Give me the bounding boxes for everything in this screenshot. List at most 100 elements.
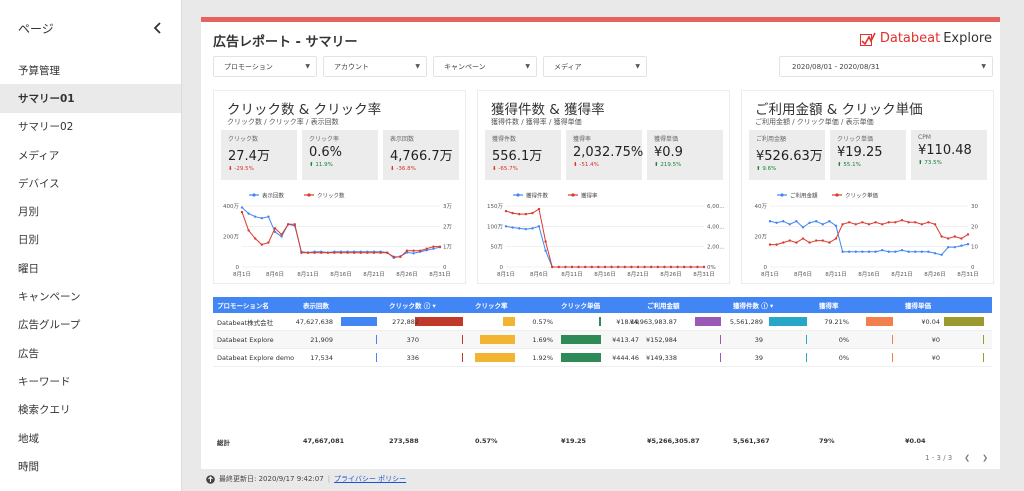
sidebar-item[interactable]: 検索クエリ [0,396,181,424]
column-header[interactable]: クリック率 [471,297,557,313]
column-header[interactable]: 表示回数 [299,297,385,313]
data-point [815,220,818,223]
data-point [947,237,950,240]
data-point [947,245,950,249]
y-left-tick: 100万 [487,223,503,230]
table-cell: ¥413.47 [557,331,643,348]
sidebar-item[interactable]: 予算管理 [0,56,181,84]
dropdown-arrow-icon: ▼ [525,63,530,70]
legend-marker [780,193,784,197]
filter-account[interactable]: アカウント ▼ [323,56,427,77]
data-point [260,243,263,246]
data-point [801,237,805,240]
kpi-card: ご利用金額 & クリック単価 ご利用金額 / クリック単価 / 表示単価 ご利用金額… [741,90,994,284]
table-cell: Databeat Explore [213,331,299,348]
data-point [914,221,917,224]
cell-bar [983,335,984,344]
data-point [320,251,323,254]
sidebar-item[interactable]: 広告グループ [0,311,181,339]
data-point [346,251,349,254]
data-point [808,241,811,244]
sidebar-item[interactable]: 地域 [0,424,181,452]
kpi-scorecard: 獲得率 2,032.75% ⬇ -51.4% [566,130,643,180]
sidebar-item[interactable]: デバイス [0,169,181,197]
pager-label: 1 - 3 / 3 [925,454,953,462]
cell-bar [376,353,377,362]
collapse-chevron-icon[interactable] [153,22,163,34]
data-point [300,251,303,254]
data-point [504,225,508,228]
privacy-policy-link[interactable]: プライバシー ポリシー [334,474,406,484]
cell-value: ¥413.47 [612,335,639,344]
sidebar-item[interactable]: メディア [0,141,181,169]
x-tick: 8月16日 [858,271,880,278]
data-point [966,233,970,236]
card-subtitle: ご利用金額 / クリック単価 / 表示単価 [755,118,874,126]
data-point [603,265,607,269]
cell-bar [769,317,807,326]
data-point [894,250,897,253]
upload-icon [206,474,215,484]
date-range-picker[interactable]: 2020/08/01 - 2020/08/31 ▼ [779,56,993,77]
data-point [405,249,409,252]
table-cell: 47,627,638 [296,313,385,330]
table-row[interactable]: Databeat Explore 21,909 370 1.69% ¥413.47 ¥15… [213,331,992,349]
sidebar-item[interactable]: 広告 [0,339,181,367]
sidebar-item[interactable]: 月別 [0,197,181,225]
data-point [280,233,283,236]
filter-promotion[interactable]: プロモーション ▼ [213,56,317,77]
column-header[interactable]: 獲得率 [815,297,901,313]
total-cell: ¥0.04 [905,437,926,445]
total-cell: 0.57% [475,437,498,445]
legend-marker [516,193,520,197]
total-cell: 273,588 [389,437,419,445]
sidebar-item[interactable]: 日別 [0,226,181,254]
table-row[interactable]: Databeat Explore demo 17,534 336 1.92% ¥444.… [213,349,992,367]
cell-value: ¥149,338 [645,353,677,362]
column-header[interactable]: 獲得単価 [901,297,992,313]
kpi-change: ⬆ 11.9% [309,162,371,168]
filter-campaign[interactable]: キャンペーン ▼ [433,56,537,77]
kpi-label: クリック率 [309,136,340,143]
data-point [881,249,884,252]
sidebar-item[interactable]: キャンペーン [0,282,181,310]
x-tick: 8月31日 [693,271,715,278]
pager-prev-icon[interactable]: ❮ [964,454,970,462]
sidebar-item[interactable]: サマリー01 [0,84,181,113]
sidebar-item[interactable]: キーワード [0,367,181,395]
data-point [254,237,257,240]
cell-value: ¥0.04 [921,317,940,326]
legend-label: 獲得率 [581,192,598,200]
y-left-tick: 20万 [755,234,768,241]
data-point [887,250,890,253]
pager-next-icon[interactable]: ❯ [982,454,988,462]
cell-value: 39 [754,335,763,344]
sidebar-item[interactable]: 時間 [0,452,181,480]
line-chart: 表示回数 クリック数400万200万03万2万1万08月1日 8月6日 8月11日 8月… [223,192,452,279]
sidebar-item[interactable]: 曜日 [0,254,181,282]
data-point [254,215,257,218]
column-header[interactable]: 獲得件数 ⓘ ▾ [729,297,815,313]
data-point [610,265,613,269]
data-point [907,221,910,224]
table-cell: 39 [729,349,815,366]
y-right-tick: 0 [971,265,975,271]
data-point [795,220,798,223]
column-header[interactable]: プロモーション名 [213,297,299,313]
table-cell: 1.69% [471,331,557,348]
cell-value: ¥0 [931,335,940,344]
column-header[interactable]: ご利用金額 [643,297,729,313]
filter-media[interactable]: メディア ▼ [543,56,647,77]
column-header[interactable]: クリック数 ⓘ ▾ [385,297,471,313]
kpi-value: 4,766.7万 [390,149,453,164]
cell-bar [866,317,893,326]
data-point [788,223,791,226]
table-row[interactable]: Databeat株式会社 47,627,638 272,882 0.57% ¥18.19… [213,313,992,331]
cell-bar [561,353,601,362]
data-point [630,265,633,269]
kpi-change-value: 11.9% [315,162,333,168]
x-tick: 8月21日 [891,271,913,278]
kpi-change-value: 9.6% [762,166,777,172]
sidebar-item[interactable]: サマリー02 [0,113,181,141]
column-header[interactable]: クリック単価 [557,297,643,313]
